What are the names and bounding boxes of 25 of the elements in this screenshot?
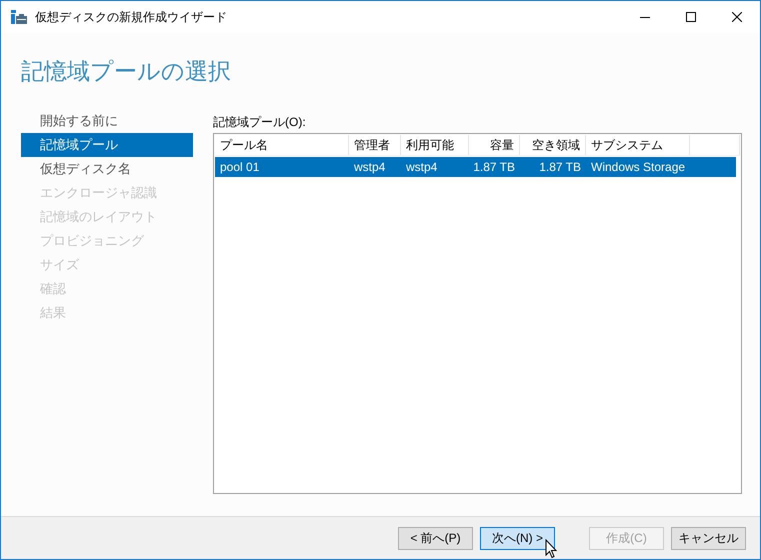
table-cell-text: 1.87 TB (472, 159, 516, 176)
column-header[interactable]: 利用可能 (401, 135, 469, 155)
page-heading: 記憶域プールの選択 (21, 60, 231, 82)
wizard-step[interactable]: 仮想ディスク名 (21, 157, 193, 181)
table-cell-text: Windows Storage (590, 159, 686, 176)
wizard-button[interactable]: < 前へ(P) (398, 526, 473, 550)
table-cell-text: pool 01 (219, 159, 260, 176)
maximize-icon (686, 12, 696, 22)
wizard-icon (11, 10, 27, 24)
column-header[interactable]: プール名 (215, 135, 349, 155)
window-title: 仮想ディスクの新規作成ウイザード (35, 9, 227, 26)
table-cell-text: wstp4 (405, 159, 438, 176)
wizard-button[interactable]: キャンセル (671, 526, 746, 550)
table-cell-text: 1.87 TB (538, 159, 582, 176)
column-header[interactable]: 管理者 (349, 135, 401, 155)
close-icon (732, 12, 742, 22)
wizard-step[interactable]: 記憶域プール (21, 133, 193, 157)
column-header[interactable]: 空き領域 (520, 135, 586, 155)
table-row[interactable]: pool 01 wstp4 wstp4 1.87 TB 1.87 TB Windows Storage (215, 157, 736, 177)
column-header[interactable]: サブシステム (586, 135, 690, 155)
column-header[interactable]: 容量 (469, 135, 520, 155)
pool-list-label: 記憶域プール(O): (213, 114, 307, 130)
wizard-step[interactable]: 開始する前に (21, 109, 193, 133)
wizard-button[interactable]: 次へ(N) > (480, 526, 555, 550)
table-cell-text: wstp4 (353, 159, 386, 176)
